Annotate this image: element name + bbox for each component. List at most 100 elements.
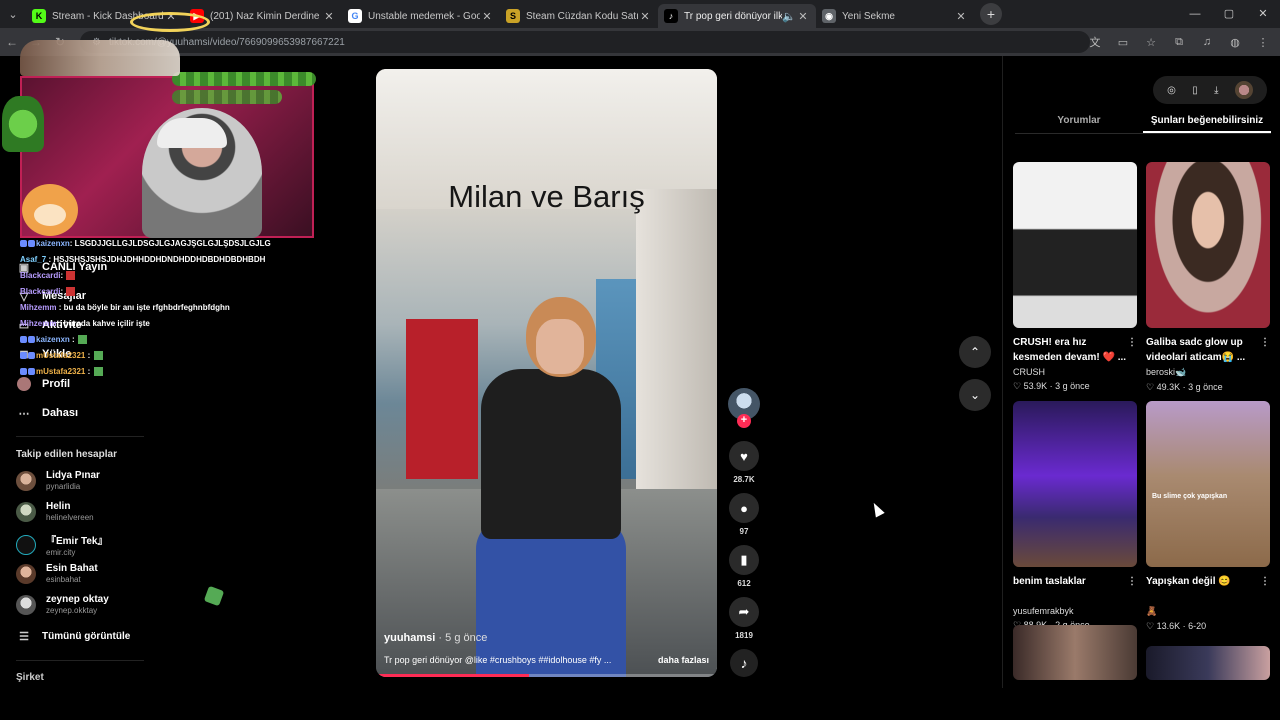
share-button[interactable]: ➦ 1819 <box>726 597 762 640</box>
avatar <box>16 501 36 522</box>
close-window-icon[interactable]: ✕ <box>1246 0 1280 28</box>
maximize-icon[interactable]: ▢ <box>1212 0 1246 28</box>
kick-icon: K <box>32 9 46 23</box>
company-link[interactable]: Şirket <box>16 672 44 683</box>
close-icon[interactable]: ✕ <box>796 10 810 23</box>
close-icon[interactable]: ✕ <box>480 10 494 23</box>
menu-icon[interactable]: ⋮ <box>1252 36 1274 49</box>
followed-account[interactable]: zeynep oktay zeynep.okktay <box>16 594 109 615</box>
video-username[interactable]: yuuhamsi <box>384 632 435 644</box>
chat-message: mUstafa2321 : <box>20 364 320 380</box>
emote-icon <box>77 335 87 345</box>
compass-icon[interactable]: ◎ <box>1167 85 1176 96</box>
comment-button[interactable]: ● 97 <box>726 493 762 536</box>
video-thumbnail <box>1013 625 1137 680</box>
video-red-box <box>406 319 478 479</box>
like-button[interactable]: ♥ 28.7K <box>726 441 762 484</box>
chat-message: Mihzemm : burada kahve içilir işte <box>20 319 150 328</box>
tab-search-icon[interactable]: ⌄ <box>0 0 26 28</box>
recommended-video-card[interactable] <box>1013 625 1137 680</box>
close-icon[interactable]: ✕ <box>638 10 652 23</box>
avatar <box>16 563 36 584</box>
next-video-button[interactable]: ⌄ <box>959 379 991 411</box>
chat-message: Mihzemm : bu da böyle bir anı işte rfghb… <box>20 303 230 312</box>
more-options-icon[interactable]: ⋮ <box>1127 335 1137 350</box>
media-icon[interactable]: ♫ <box>1196 36 1218 48</box>
tab-tiktok[interactable]: ♪ Tr pop geri dönüyor ilke 🔈 ✕ <box>658 4 816 28</box>
save-button[interactable]: ▮ 612 <box>726 545 762 588</box>
tab-comments[interactable]: Yorumlar <box>1015 110 1143 133</box>
emote-icon <box>203 585 225 607</box>
recommended-video-card[interactable]: Galiba sadc glow up videolari aticam😭 ..… <box>1146 162 1270 393</box>
followed-account[interactable]: 『Emir Tek』 emir.city <box>16 532 108 557</box>
recommended-video-card[interactable]: CRUSH! era hız kesmeden devam! ❤️ ... ⋮ C… <box>1013 162 1137 392</box>
account-handle: helinelvereen <box>46 513 94 522</box>
chat-message: Asaf_7 : HSJSHSJSHSJDHJDHHDDHDNDHDDHDBDH… <box>20 255 266 264</box>
chrome-icon: ◉ <box>822 9 836 23</box>
chat-message: Blackcardi: <box>20 268 320 284</box>
more-options-icon[interactable]: ⋮ <box>1260 335 1270 350</box>
video-person-pants <box>476 519 626 677</box>
download-icon[interactable]: ⤓ <box>1214 85 1218 96</box>
tab-new[interactable]: ◉ Yeni Sekme ✕ <box>816 4 974 28</box>
account-name: Helin <box>46 501 71 512</box>
chat-message: mUstafa2321 : <box>20 348 320 364</box>
toolbar-icons: 文 ▭ ☆ ⧉ ♫ ◍ ⋮ <box>1084 28 1280 56</box>
comment-icon: ● <box>729 493 759 523</box>
sidebar-item-label: Dahası <box>42 407 79 419</box>
more-link[interactable]: daha fazlası <box>658 655 709 665</box>
account-name: 『Emir Tek』 <box>46 536 108 547</box>
share-count: 1819 <box>735 631 753 640</box>
tiktok-logo-icon: ♪ <box>730 649 758 677</box>
tab-you-may-like[interactable]: Şunları beğenebilirsiniz <box>1143 110 1271 133</box>
close-icon[interactable]: ✕ <box>322 10 336 23</box>
url-field[interactable]: ⚙ tiktok.com/@yuuhamsi/video/76690996539… <box>80 31 1090 53</box>
back-icon[interactable]: ← <box>0 35 24 49</box>
chevron-down-icon: ⌄ <box>969 388 981 402</box>
card-stats: ♡ 49.3K · 3 g önce <box>1146 382 1223 392</box>
recommended-video-card[interactable]: Bu slime çok yapışkan Yapışkan değil 😊 ⋮ … <box>1146 401 1270 632</box>
video-progress-bar[interactable] <box>376 674 717 677</box>
speaker-icon[interactable]: 🔈 <box>782 10 796 23</box>
leaf-garland-icon <box>172 90 282 104</box>
followed-account[interactable]: Esin Bahat esinbahat <box>16 563 98 584</box>
profile-icon[interactable]: ◍ <box>1224 36 1246 49</box>
phone-icon[interactable]: ▯ <box>1192 85 1198 96</box>
new-tab-button[interactable]: + <box>980 3 1002 25</box>
bookmark-star-icon[interactable]: ☆ <box>1140 36 1162 49</box>
sidebar-item-more[interactable]: ⋯ Dahası <box>16 406 79 420</box>
previous-video-button[interactable]: ⌃ <box>959 336 991 368</box>
user-avatar[interactable] <box>1234 81 1253 99</box>
divider <box>16 660 144 661</box>
plant-icon <box>2 96 44 152</box>
halo-icon <box>130 12 210 32</box>
tab-google[interactable]: G Unstable medemek - Google'da ✕ <box>342 4 500 28</box>
cast-icon[interactable]: ▭ <box>1112 36 1134 49</box>
card-author: 🧸 <box>1146 606 1158 616</box>
video-author[interactable]: yuuhamsi · 5 g önce <box>384 632 487 644</box>
video-player[interactable]: Milan ve Barış yuuhamsi · 5 g önce Tr po… <box>376 69 717 677</box>
extensions-icon[interactable]: ⧉ <box>1168 36 1190 49</box>
more-options-icon[interactable]: ⋮ <box>1260 574 1270 589</box>
more-options-icon[interactable]: ⋮ <box>1127 574 1137 589</box>
cap-image <box>157 118 227 148</box>
recommended-video-card[interactable] <box>1146 646 1270 680</box>
followed-account[interactable]: Lidya Pınar pynarlidia <box>16 470 100 491</box>
emote-icon <box>93 367 103 377</box>
followed-account[interactable]: Helin helinelvereen <box>16 501 94 522</box>
recommended-video-card[interactable]: benim taslaklar⋮ yusufemrakbyk ♡ 88.9K ·… <box>1013 401 1137 631</box>
translate-icon[interactable]: 文 <box>1084 34 1106 50</box>
card-title: benim taslaklar ⋮ <box>1013 574 1137 589</box>
close-icon[interactable]: ✕ <box>954 10 968 23</box>
avatar <box>16 534 36 555</box>
minimize-icon[interactable]: — <box>1178 0 1212 28</box>
emote-icon <box>66 271 76 281</box>
emote-icon <box>66 287 76 297</box>
divider <box>16 436 144 437</box>
card-title: Galiba sadc glow up videolari aticam😭 ..… <box>1146 335 1270 363</box>
right-panel: ◎ ▯ ⤓ Yorumlar Şunları beğenebilirsiniz … <box>1002 56 1280 688</box>
follow-plus-icon[interactable]: + <box>737 414 751 428</box>
tab-steam[interactable]: S Steam Cüzdan Kodu Satın Al - ✕ <box>500 4 658 28</box>
see-all-following-link[interactable]: ☰ Tümünü görüntüle <box>16 629 130 643</box>
following-title: Takip edilen hesaplar <box>16 449 117 460</box>
